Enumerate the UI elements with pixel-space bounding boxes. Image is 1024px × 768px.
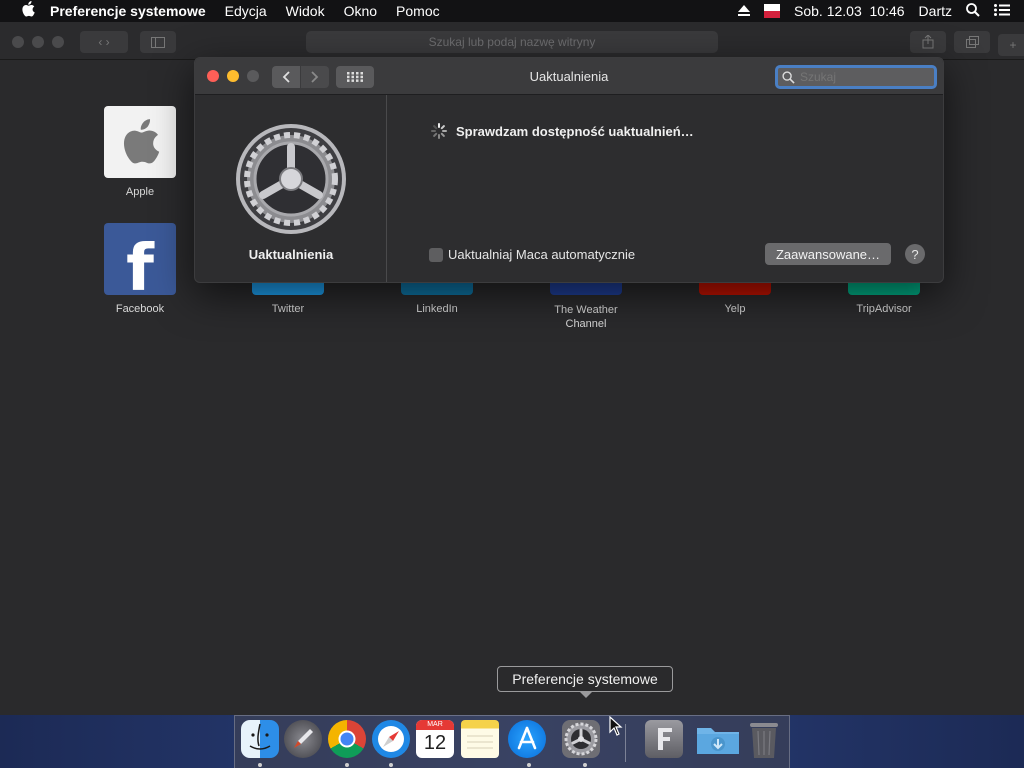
favorite-label: TripAdvisor — [856, 303, 912, 315]
zoom-dot[interactable] — [52, 36, 64, 48]
trash-icon[interactable] — [747, 720, 785, 758]
menu-bar: Preferencje systemowe Edycja Widok Okno … — [0, 0, 1024, 22]
pane-label: Uaktualnienia — [248, 247, 334, 262]
menu-edit[interactable]: Edycja — [225, 3, 267, 19]
new-tab-button[interactable]: + — [998, 34, 1024, 56]
system-preferences-icon[interactable] — [562, 720, 600, 758]
running-indicator — [527, 763, 531, 767]
favorite-label: Apple — [125, 186, 155, 198]
notes-icon[interactable] — [461, 720, 499, 758]
menu-view[interactable]: Widok — [286, 3, 325, 19]
menu-help[interactable]: Pomoc — [396, 3, 440, 19]
status-text: Sprawdzam dostępność uaktualnień… — [456, 123, 694, 139]
calendar-month: MAR — [416, 720, 454, 730]
spinner-icon — [431, 123, 447, 139]
menu-window[interactable]: Okno — [344, 3, 377, 19]
favorite-label: Yelp — [724, 303, 746, 315]
auto-update-label[interactable]: Uaktualniaj Maca automatycznie — [448, 247, 635, 262]
eject-icon[interactable] — [738, 3, 750, 19]
software-update-window: Uaktualnienia Uaktualnienia — [194, 57, 944, 283]
tabs-overview-button[interactable] — [954, 31, 990, 53]
favorite-label: LinkedIn — [416, 303, 458, 315]
user-name[interactable]: Dartz — [919, 3, 952, 19]
search-icon[interactable] — [966, 2, 980, 20]
search-field[interactable] — [775, 65, 937, 89]
search-icon — [782, 70, 795, 84]
share-button[interactable] — [910, 31, 946, 53]
chrome-icon[interactable] — [328, 720, 366, 758]
menu-app-name[interactable]: Preferencje systemowe — [50, 3, 206, 19]
software-update-gear-icon — [236, 124, 346, 234]
sidebar-icon — [151, 36, 165, 48]
back-forward-button[interactable]: ‹ › — [80, 31, 128, 53]
launchpad-icon[interactable] — [284, 720, 322, 758]
window-body: Uaktualnienia Sprawdzam dostępność uaktu… — [195, 95, 943, 282]
tooltip-arrow — [579, 691, 593, 698]
favorite-label: The Weather Channel — [554, 304, 618, 330]
calendar-icon[interactable]: MAR 12 — [416, 720, 454, 758]
dock-separator — [625, 724, 626, 762]
favorite-label: Facebook — [115, 303, 165, 315]
favorite-label: Twitter — [271, 303, 305, 315]
mouse-cursor-icon — [609, 716, 623, 736]
minimize-dot[interactable] — [32, 36, 44, 48]
close-dot[interactable] — [12, 36, 24, 48]
facebook-logo-icon: f — [104, 223, 176, 295]
safari-icon[interactable] — [372, 720, 410, 758]
running-indicator — [345, 763, 349, 767]
dock-tooltip: Preferencje systemowe — [497, 666, 673, 692]
apple-logo-icon[interactable] — [16, 0, 40, 22]
sidebar-button[interactable] — [140, 31, 176, 53]
datetime[interactable]: Sob. 12.03 10:46 — [794, 3, 905, 19]
app-store-icon[interactable] — [508, 720, 546, 758]
window-titlebar: Uaktualnienia — [195, 58, 943, 95]
apple-logo-icon — [104, 106, 176, 178]
calendar-day: 12 — [423, 732, 447, 754]
help-button[interactable]: ? — [905, 244, 925, 264]
running-indicator — [258, 763, 262, 767]
running-indicator — [583, 763, 587, 767]
finder-icon[interactable] — [241, 720, 279, 758]
flag-icon[interactable] — [764, 4, 780, 18]
downloads-folder-icon[interactable] — [695, 720, 739, 758]
auto-update-checkbox[interactable] — [429, 247, 443, 262]
search-input[interactable] — [800, 70, 900, 84]
auto-update-checkbox-row[interactable]: Uaktualniaj Maca automatycznie — [429, 247, 635, 262]
safari-toolbar: ‹ › Szukaj lub podaj nazwę witryny + — [0, 22, 1024, 60]
url-bar[interactable]: Szukaj lub podaj nazwę witryny — [306, 31, 718, 53]
tabs-icon — [965, 36, 979, 48]
update-status: Sprawdzam dostępność uaktualnień… — [431, 123, 694, 139]
share-icon — [922, 35, 934, 49]
advanced-button[interactable]: Zaawansowane… — [765, 243, 891, 265]
font-book-icon[interactable] — [645, 720, 683, 758]
dock: MAR 12 — [234, 715, 790, 768]
favorite-facebook[interactable]: f Facebook — [80, 223, 200, 315]
running-indicator — [389, 763, 393, 767]
favorite-apple[interactable]: Apple — [80, 106, 200, 198]
list-icon[interactable] — [994, 3, 1010, 19]
pane-header: Uaktualnienia — [195, 95, 387, 282]
